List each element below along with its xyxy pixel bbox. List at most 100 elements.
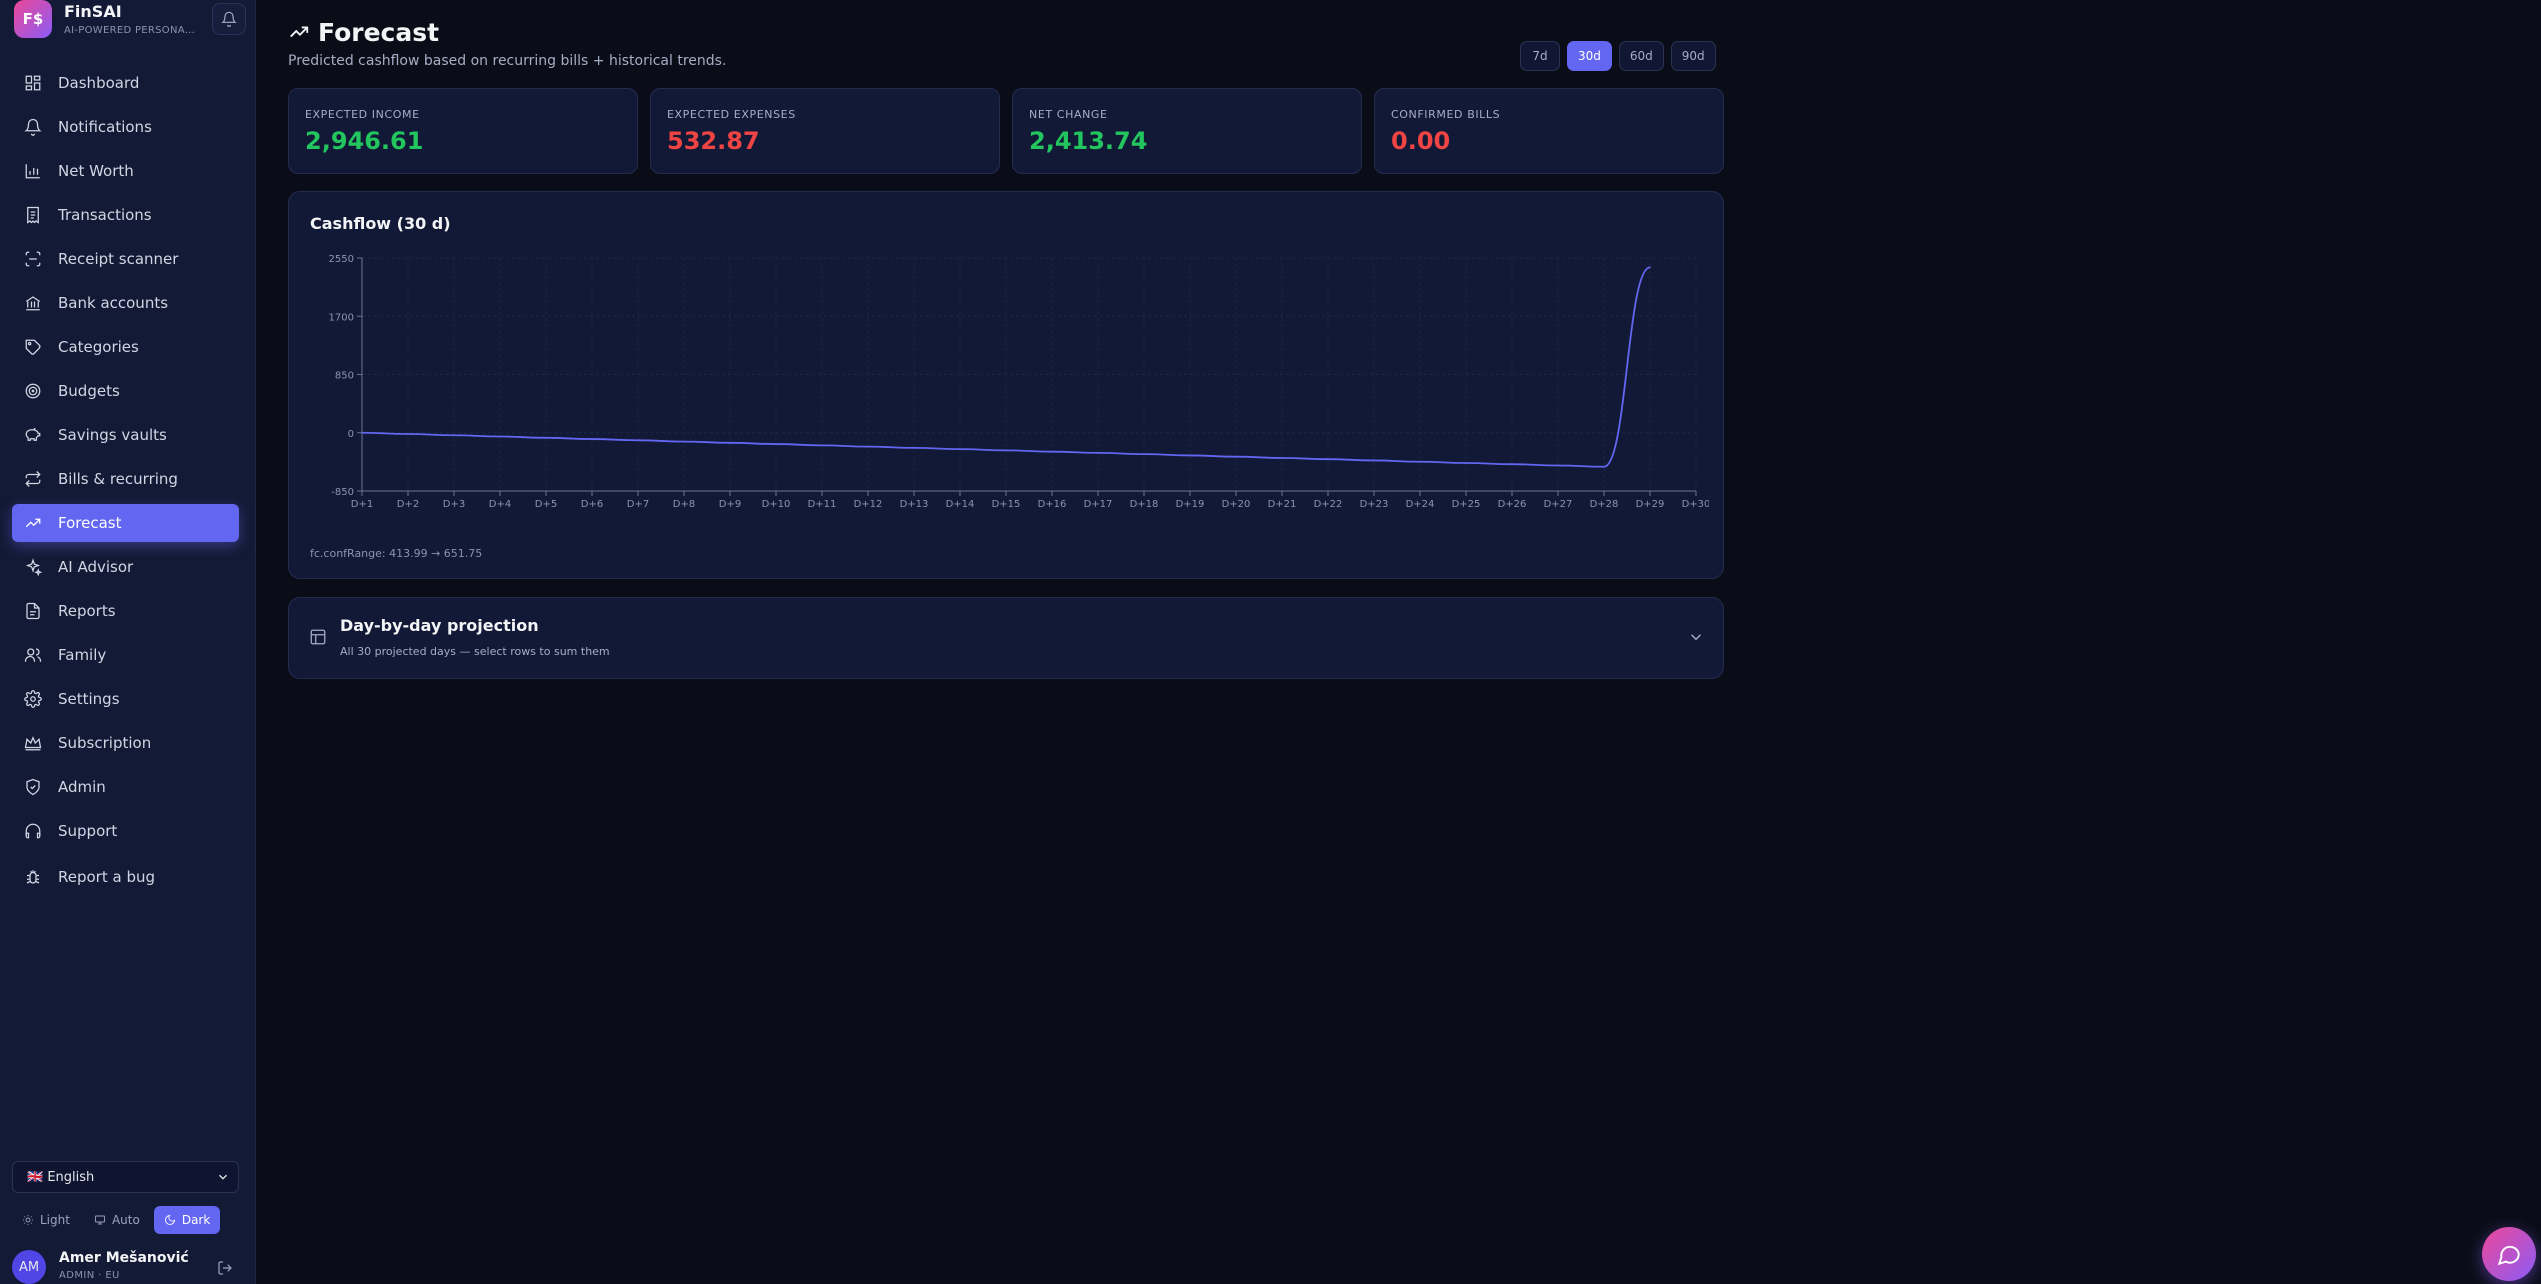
theme-light-button[interactable]: Light (12, 1206, 80, 1234)
sidebar-item-dashboard[interactable]: Dashboard (12, 64, 239, 102)
sidebar-item-label: Subscription (58, 734, 152, 752)
stat-label: NET CHANGE (1029, 108, 1108, 121)
piggy-bank-icon (24, 426, 42, 444)
sun-icon (23, 1215, 33, 1225)
bar-chart-icon (24, 162, 42, 180)
sidebar-item-bills-recurring[interactable]: Bills & recurring (12, 460, 239, 498)
data-point (637, 439, 639, 442)
data-point (1465, 462, 1467, 464)
sidebar-item-settings[interactable]: Settings (12, 680, 239, 718)
chevron-down-icon[interactable] (1687, 628, 1705, 650)
x-tick-label: D+21 (1268, 499, 1297, 510)
sidebar-item-subscription[interactable]: Subscription (12, 724, 239, 762)
sidebar-item-net-worth[interactable]: Net Worth (12, 152, 239, 190)
x-tick-label: D+22 (1314, 499, 1343, 510)
x-tick-label: D+18 (1130, 499, 1159, 510)
x-tick-label: D+12 (854, 499, 883, 510)
y-tick-label: 2550 (329, 254, 354, 265)
data-point (545, 437, 547, 439)
tag-icon (24, 338, 42, 356)
cashflow-chart[interactable]: -850 0 850 1700 2550 D+1 D+2 D+3 D+4 D+5 D+6 D+7 D+8… (299, 246, 1709, 536)
theme-dark-button[interactable]: Dark (153, 1206, 221, 1234)
theme-auto-button[interactable]: Auto (84, 1206, 150, 1234)
range-button-90d[interactable]: 90d (1670, 41, 1716, 71)
users-icon (24, 646, 42, 664)
theme-dark-label: Dark (181, 1213, 211, 1227)
monitor-icon (95, 1215, 105, 1225)
sidebar-item-categories[interactable]: Categories (12, 328, 239, 366)
scan-icon (24, 250, 42, 268)
projection-subtitle: All 30 projected days — select rows to s… (340, 645, 610, 658)
bell-icon (221, 11, 237, 27)
sidebar-item-label: Receipt scanner (58, 250, 179, 268)
sidebar-item-label: Bills & recurring (58, 470, 178, 488)
sidebar-item-notifications[interactable]: Notifications (12, 108, 239, 146)
sidebar-item-label: Net Worth (58, 162, 134, 180)
data-point (1235, 455, 1237, 458)
chat-button[interactable] (2482, 1227, 2536, 1281)
logout-button[interactable] (217, 1260, 235, 1278)
gear-icon (24, 690, 42, 708)
x-tick-label: D+8 (673, 499, 695, 510)
day-by-day-projection[interactable]: Day-by-day projection All 30 projected d… (288, 597, 1724, 679)
sidebar-item-forecast[interactable]: Forecast (12, 504, 239, 542)
data-point (361, 431, 363, 434)
stats-row: EXPECTED INCOME 2,946.61 EXPECTED EXPENSES… (288, 88, 1724, 174)
sidebar-item-savings-vaults[interactable]: Savings vaults (12, 416, 239, 454)
x-tick-label: D+30 (1682, 499, 1709, 510)
range-button-60d[interactable]: 60d (1618, 41, 1664, 71)
sidebar-item-transactions[interactable]: Transactions (12, 196, 239, 234)
x-tick-label: D+28 (1590, 499, 1619, 510)
data-point (1373, 459, 1375, 462)
chart-title: Cashflow (30 d) (310, 214, 451, 233)
sidebar-item-reports[interactable]: Reports (12, 592, 239, 630)
theme-auto-label: Auto (111, 1213, 140, 1227)
sidebar-item-label: Reports (58, 602, 116, 620)
data-point (1557, 464, 1559, 467)
x-tick-label: D+24 (1406, 499, 1435, 510)
sidebar-item-bank-accounts[interactable]: Bank accounts (12, 284, 239, 322)
sidebar-item-label: Report a bug (58, 868, 156, 886)
data-point (913, 447, 915, 449)
sidebar-item-receipt-scanner[interactable]: Receipt scanner (12, 240, 239, 278)
avatar: AM (12, 1250, 46, 1284)
grid-icon (24, 74, 42, 92)
sidebar-item-family[interactable]: Family (12, 636, 239, 674)
sidebar-item-ai-advisor[interactable]: AI Advisor (12, 548, 239, 586)
user-profile[interactable]: AM Amer Mešanović ADMIN · EU (12, 1250, 239, 1284)
theme-light-label: Light (40, 1213, 70, 1227)
x-tick-label: D+10 (762, 499, 791, 510)
brand[interactable]: F$ FinSAI AI-POWERED PERSONAL FINANCE (14, 0, 246, 40)
notifications-bell-button[interactable] (212, 3, 246, 35)
sidebar-item-admin[interactable]: Admin (12, 768, 239, 806)
sidebar-nav: Dashboard Notifications Net Worth Transacti… (12, 64, 239, 902)
brand-name: FinSAI (64, 2, 122, 21)
trending-up-icon (24, 514, 42, 532)
range-button-30d[interactable]: 30d (1567, 41, 1612, 71)
language-select-value: 🇬🇧 English (27, 1169, 95, 1185)
data-point (1511, 463, 1513, 466)
logout-icon (218, 1261, 232, 1275)
y-tick-label: 1700 (329, 312, 354, 323)
language-select[interactable]: 🇬🇧 English (12, 1161, 239, 1193)
stat-card: EXPECTED EXPENSES 532.87 (650, 88, 1000, 174)
x-tick-label: D+16 (1038, 499, 1067, 510)
sidebar-item-support[interactable]: Support (12, 812, 239, 850)
file-icon (24, 602, 42, 620)
data-point (1051, 450, 1053, 453)
x-tick-label: D+3 (443, 499, 465, 510)
sidebar-item-label: Support (58, 822, 118, 840)
data-point (821, 444, 823, 447)
sidebar-item-label: Dashboard (58, 74, 140, 92)
trending-up-icon (290, 26, 309, 38)
sparkles-icon (24, 558, 43, 577)
x-tick-label: D+5 (535, 499, 557, 510)
range-button-7d[interactable]: 7d (1520, 41, 1560, 71)
data-point (407, 433, 409, 435)
x-tick-label: D+4 (489, 499, 511, 510)
cashflow-chart-card: Cashflow (30 d) -850 0 850 1700 2550 D+1 D+2 D+… (288, 191, 1724, 579)
sidebar-item-report-bug[interactable]: Report a bug (12, 858, 239, 896)
data-point (1143, 453, 1145, 455)
sidebar-item-budgets[interactable]: Budgets (12, 372, 239, 410)
repeat-icon (24, 470, 42, 488)
